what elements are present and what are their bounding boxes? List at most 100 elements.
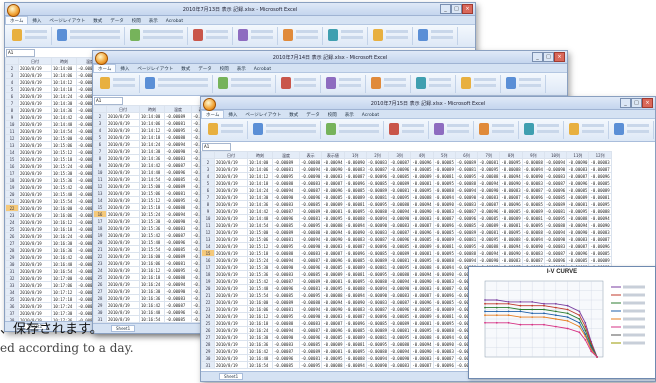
row-header[interactable]: 9: [93, 161, 107, 169]
ribbon-tab[interactable]: Acrobat: [250, 66, 275, 72]
cell[interactable]: -0.00088: [388, 340, 412, 348]
sheet-corner[interactable]: [93, 105, 107, 113]
cell[interactable]: -0.00083: [521, 179, 545, 187]
maximize-button[interactable]: □: [543, 52, 554, 62]
cell[interactable]: 10:15:48: [51, 190, 77, 198]
cell[interactable]: -0.00083: [432, 277, 456, 285]
cell[interactable]: 2010/8/19: [18, 281, 52, 289]
cell[interactable]: -0.00090: [543, 235, 568, 243]
row-header[interactable]: 19: [201, 277, 215, 285]
cell[interactable]: -0.00094: [164, 140, 192, 148]
cell[interactable]: -0.00096: [588, 172, 612, 180]
cell[interactable]: -0.00090: [298, 242, 323, 250]
ribbon-button-icon[interactable]: [238, 29, 248, 41]
cell[interactable]: -0.00081: [272, 165, 300, 173]
cell[interactable]: -0.00095: [521, 221, 545, 229]
cell[interactable]: -0.00095: [432, 179, 456, 187]
cell[interactable]: -0.00090: [499, 249, 523, 257]
ribbon-button-icon[interactable]: [100, 77, 110, 89]
cell[interactable]: -0.00094: [432, 263, 456, 271]
cell[interactable]: 2010/8/19: [214, 319, 248, 327]
cell[interactable]: -0.00096: [298, 263, 323, 271]
cell[interactable]: -0.00094: [477, 179, 501, 187]
ribbon-control-row[interactable]: [221, 130, 243, 133]
column-header[interactable]: 時刻: [51, 57, 77, 65]
cell[interactable]: 10:15:48: [139, 238, 165, 246]
cell[interactable]: -0.00095: [272, 172, 300, 180]
cell[interactable]: -0.00089: [477, 221, 501, 229]
cell[interactable]: -0.00089: [365, 186, 390, 194]
cell[interactable]: -0.00089: [454, 158, 479, 166]
row-header[interactable]: 10: [201, 214, 215, 222]
close-button[interactable]: ×: [642, 98, 653, 108]
row-header[interactable]: 6: [93, 140, 107, 148]
cell[interactable]: -0.00088: [454, 249, 479, 257]
row-header[interactable]: 35: [5, 295, 19, 303]
cell[interactable]: -0.00081: [164, 119, 192, 127]
cell[interactable]: -0.00095: [410, 326, 434, 334]
cell[interactable]: 10:15:00: [247, 228, 273, 236]
cell[interactable]: -0.00081: [454, 165, 479, 173]
row-header[interactable]: 24: [93, 266, 107, 274]
cell[interactable]: -0.00094: [365, 354, 390, 362]
cell[interactable]: -0.00089: [432, 235, 456, 243]
cell[interactable]: -0.00088: [477, 172, 501, 180]
cell[interactable]: -0.00085: [343, 256, 367, 264]
cell[interactable]: 2010/8/19: [214, 291, 248, 299]
row-header[interactable]: 16: [201, 256, 215, 264]
cell[interactable]: -0.00087: [432, 284, 456, 292]
cell[interactable]: -0.00087: [566, 242, 590, 250]
cell[interactable]: -0.00095: [298, 221, 323, 229]
cell[interactable]: -0.00094: [454, 256, 479, 264]
cell[interactable]: -0.00094: [164, 280, 192, 288]
title-bar[interactable]: 2010年7月14日 表示 記録.xlsx - Microsoft Excel …: [93, 51, 567, 65]
cell[interactable]: 2010/8/19: [18, 295, 52, 303]
cell[interactable]: 10:17:00: [51, 274, 77, 282]
cell[interactable]: 10:16:54: [139, 315, 165, 323]
cell[interactable]: 10:15:36: [51, 176, 77, 184]
cell[interactable]: -0.00088: [272, 319, 300, 327]
cell[interactable]: 2010/8/19: [106, 280, 140, 288]
ribbon-control-row[interactable]: [386, 30, 408, 33]
row-header[interactable]: 7: [201, 193, 215, 201]
column-header[interactable]: 日付: [106, 105, 140, 113]
cell[interactable]: 10:15:54: [51, 197, 77, 205]
cell[interactable]: -0.00081: [298, 354, 323, 362]
cell[interactable]: -0.00083: [272, 340, 300, 348]
cell[interactable]: -0.00088: [298, 298, 323, 306]
column-header[interactable]: 6列: [454, 151, 479, 159]
cell[interactable]: -0.00094: [298, 165, 323, 173]
cell[interactable]: -0.00087: [298, 186, 323, 194]
cell[interactable]: -0.00096: [410, 228, 434, 236]
cell[interactable]: -0.00087: [321, 319, 345, 327]
cell[interactable]: 2010/8/19: [106, 273, 140, 281]
cell[interactable]: -0.00083: [521, 249, 545, 257]
cell[interactable]: -0.00096: [410, 298, 434, 306]
cell[interactable]: -0.00095: [543, 214, 568, 222]
cell[interactable]: -0.00088: [566, 214, 590, 222]
cell[interactable]: -0.00090: [432, 340, 456, 348]
cell[interactable]: -0.00095: [410, 186, 434, 194]
ribbon-tab[interactable]: 校閲: [128, 17, 145, 24]
cell[interactable]: -0.00089: [365, 256, 390, 264]
cell[interactable]: 2010/8/19: [18, 253, 52, 261]
cell[interactable]: 10:16:00: [139, 252, 165, 260]
column-header[interactable]: 8列: [499, 151, 523, 159]
ribbon-control-row[interactable]: [384, 84, 406, 87]
row-header[interactable]: 28: [93, 294, 107, 302]
ribbon-tab[interactable]: 校閲: [216, 65, 233, 72]
cell[interactable]: 10:17:06: [51, 281, 77, 289]
ribbon-tab[interactable]: 表示: [341, 111, 358, 118]
row-header[interactable]: 25: [201, 319, 215, 327]
cell[interactable]: -0.00081: [499, 221, 523, 229]
cell[interactable]: -0.00083: [298, 179, 323, 187]
cell[interactable]: -0.00094: [477, 249, 501, 257]
cell[interactable]: -0.00087: [272, 277, 300, 285]
ribbon-tab[interactable]: 校閲: [324, 111, 341, 118]
cell[interactable]: -0.00081: [566, 200, 590, 208]
cell[interactable]: -0.00089: [321, 340, 345, 348]
cell[interactable]: -0.00089: [388, 319, 412, 327]
cell[interactable]: -0.00090: [410, 207, 434, 215]
row-header[interactable]: 27: [93, 287, 107, 295]
row-header[interactable]: 25: [5, 225, 19, 233]
